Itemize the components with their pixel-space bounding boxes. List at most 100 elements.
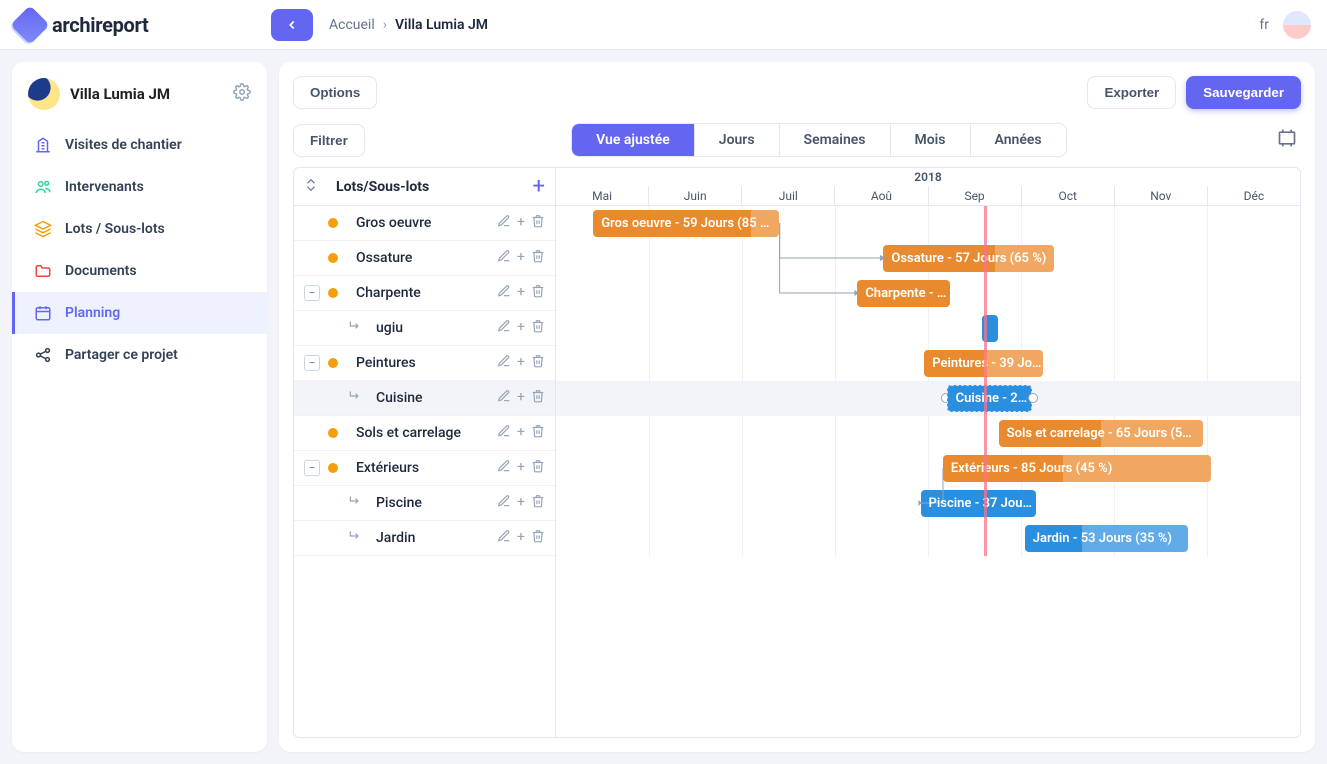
edit-icon[interactable] xyxy=(497,319,511,337)
child-arrow-icon xyxy=(348,319,362,337)
gantt-left-title: Lots/Sous-lots xyxy=(336,179,533,195)
row-label: Peintures xyxy=(356,355,497,371)
row-label: Gros oeuvre xyxy=(356,215,497,231)
edit-icon[interactable] xyxy=(497,284,511,302)
calendar-icon xyxy=(33,304,53,322)
options-button[interactable]: Options xyxy=(293,76,377,109)
trash-icon[interactable] xyxy=(531,529,545,547)
add-icon[interactable]: + xyxy=(517,529,525,547)
gantt-row: − Peintures + xyxy=(294,346,555,381)
gantt-bar[interactable]: Peintures - 39 Jo… xyxy=(924,350,1043,377)
lot-dot-icon xyxy=(328,428,338,438)
view-tab-1[interactable]: Jours xyxy=(695,124,780,156)
bar-handle-right[interactable] xyxy=(1028,393,1038,403)
filter-button[interactable]: Filtrer xyxy=(293,124,365,157)
view-toolbar: Filtrer Vue ajustéeJoursSemainesMoisAnné… xyxy=(293,123,1301,157)
fit-screen-icon[interactable] xyxy=(1273,124,1301,156)
add-icon[interactable]: + xyxy=(517,389,525,407)
add-icon[interactable]: + xyxy=(517,284,525,302)
trash-icon[interactable] xyxy=(531,494,545,512)
gantt-bar[interactable] xyxy=(982,315,998,342)
child-arrow-icon xyxy=(348,494,362,512)
trash-icon[interactable] xyxy=(531,249,545,267)
add-icon[interactable]: + xyxy=(517,424,525,442)
month-cell: Juin xyxy=(648,186,741,205)
trash-icon[interactable] xyxy=(531,389,545,407)
app-logo: archireport xyxy=(16,11,271,39)
month-cell: Sep xyxy=(928,186,1021,205)
month-cell: Oct xyxy=(1021,186,1114,205)
view-tab-0[interactable]: Vue ajustée xyxy=(572,124,695,156)
add-icon[interactable]: + xyxy=(517,354,525,372)
lang-switch[interactable]: fr xyxy=(1259,17,1269,33)
view-tab-3[interactable]: Mois xyxy=(891,124,971,156)
avatar[interactable] xyxy=(1283,11,1311,39)
gantt-row: −Charpente + xyxy=(294,276,555,311)
gantt-bar[interactable]: Cuisine - 2… xyxy=(947,385,1033,412)
add-icon[interactable]: + xyxy=(517,494,525,512)
add-icon[interactable]: + xyxy=(517,319,525,337)
trash-icon[interactable] xyxy=(531,424,545,442)
edit-icon[interactable] xyxy=(497,424,511,442)
logo-icon xyxy=(10,5,50,45)
add-lot-button[interactable]: + xyxy=(533,174,545,199)
month-cell: Déc xyxy=(1207,186,1300,205)
expand-toggle[interactable]: − xyxy=(304,460,320,476)
view-segmented: Vue ajustéeJoursSemainesMoisAnnées xyxy=(571,123,1066,157)
gantt-bar[interactable]: Piscine - 37 Jou… xyxy=(921,490,1036,517)
breadcrumb-current: Villa Lumia JM xyxy=(395,17,488,33)
child-arrow-icon xyxy=(348,529,362,547)
gantt-bar[interactable]: Ossature - 57 Jours (65 %) xyxy=(883,245,1054,272)
edit-icon[interactable] xyxy=(497,459,511,477)
main-toolbar: Options Exporter Sauvegarder xyxy=(293,76,1301,109)
folder-icon xyxy=(33,262,53,280)
trash-icon[interactable] xyxy=(531,319,545,337)
add-icon[interactable]: + xyxy=(517,459,525,477)
trash-icon[interactable] xyxy=(531,459,545,477)
gantt-body[interactable]: Gros oeuvre - 59 Jours (85 … Ossature - 5… xyxy=(556,206,1300,556)
add-icon[interactable]: + xyxy=(517,249,525,267)
save-button[interactable]: Sauvegarder xyxy=(1186,76,1301,109)
gantt-bar[interactable]: Charpente - … xyxy=(857,280,950,307)
month-cell: Nov xyxy=(1114,186,1207,205)
row-label: Piscine xyxy=(376,495,497,511)
gear-icon[interactable] xyxy=(233,83,251,105)
row-label: ugiu xyxy=(376,320,497,336)
expand-toggle[interactable]: − xyxy=(304,355,320,371)
add-icon[interactable]: + xyxy=(517,214,525,232)
gantt-bar[interactable]: Extérieurs - 85 Jours (45 %) xyxy=(943,455,1211,482)
view-tab-2[interactable]: Semaines xyxy=(780,124,891,156)
topbar: archireport Accueil › Villa Lumia JM fr xyxy=(0,0,1327,50)
trash-icon[interactable] xyxy=(531,214,545,232)
gantt-bar[interactable]: Jardin - 53 Jours (35 %) xyxy=(1025,525,1189,552)
edit-icon[interactable] xyxy=(497,249,511,267)
sidebar-item-users[interactable]: Intervenants xyxy=(12,166,267,208)
sidebar-item-folder[interactable]: Documents xyxy=(12,250,267,292)
edit-icon[interactable] xyxy=(497,354,511,372)
month-cell: Mai xyxy=(556,186,648,205)
edit-icon[interactable] xyxy=(497,529,511,547)
gantt-bar[interactable]: Sols et carrelage - 65 Jours (5… xyxy=(999,420,1204,447)
back-button[interactable] xyxy=(271,9,313,41)
chevron-left-icon xyxy=(285,18,299,32)
breadcrumb-home[interactable]: Accueil xyxy=(329,17,375,33)
gantt-bar[interactable]: Gros oeuvre - 59 Jours (85 … xyxy=(593,210,779,237)
edit-icon[interactable] xyxy=(497,389,511,407)
export-button[interactable]: Exporter xyxy=(1087,76,1176,109)
trash-icon[interactable] xyxy=(531,354,545,372)
edit-icon[interactable] xyxy=(497,494,511,512)
sidebar-item-building[interactable]: Visites de chantier xyxy=(12,124,267,166)
users-icon xyxy=(33,178,53,196)
trash-icon[interactable] xyxy=(531,284,545,302)
expand-toggle[interactable]: − xyxy=(304,285,320,301)
sidebar-item-label: Partager ce projet xyxy=(65,347,178,363)
edit-icon[interactable] xyxy=(497,214,511,232)
sidebar-item-calendar[interactable]: Planning xyxy=(12,292,267,334)
sidebar-item-stack[interactable]: Lots / Sous-lots xyxy=(12,208,267,250)
view-tab-4[interactable]: Années xyxy=(971,124,1066,156)
sort-icon[interactable] xyxy=(304,178,318,196)
gantt-row: Sols et carrelage + xyxy=(294,416,555,451)
lot-dot-icon xyxy=(328,218,338,228)
sidebar-item-share[interactable]: Partager ce projet xyxy=(12,334,267,376)
month-cell: Aoû xyxy=(834,186,927,205)
